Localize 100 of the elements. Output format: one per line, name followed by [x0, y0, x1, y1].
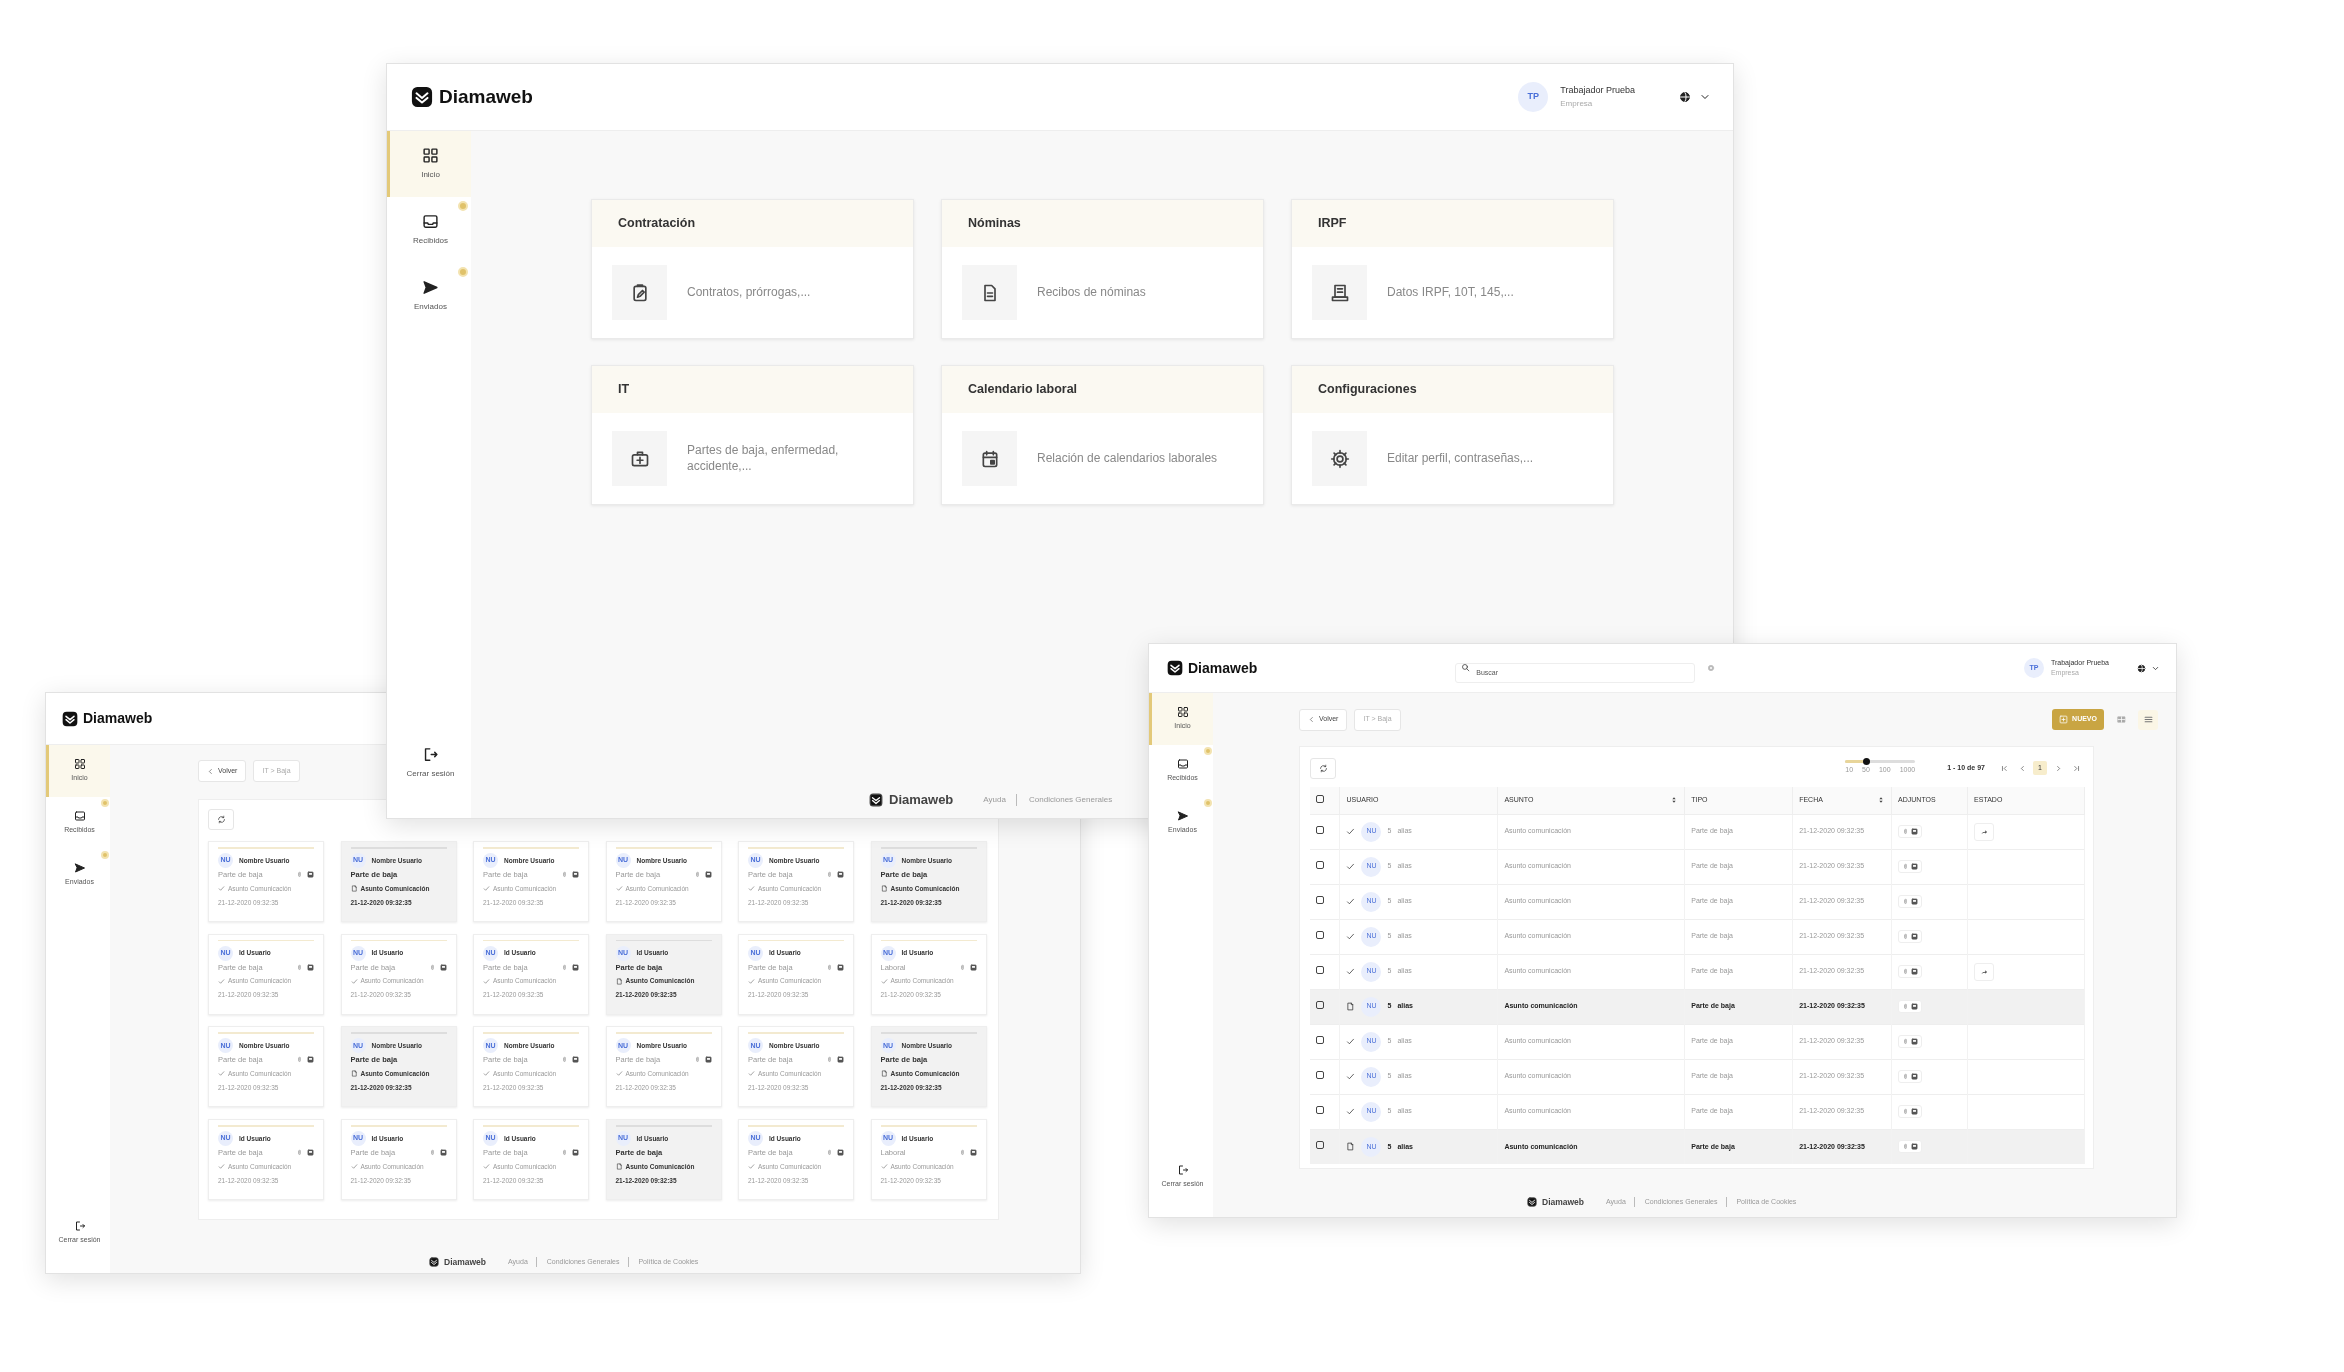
inbox-icon [422, 213, 439, 230]
user-company: Empresa [1560, 97, 1594, 110]
paperclip-icon [296, 963, 303, 971]
paperclip-icon [1902, 932, 1910, 940]
slider-thumb[interactable] [1862, 758, 1870, 766]
logo-icon [869, 793, 883, 807]
paperclip-icon [561, 1149, 568, 1157]
logout-icon [73, 1220, 86, 1233]
chevron-left-icon [207, 767, 214, 775]
checkbox[interactable] [1316, 1000, 1324, 1009]
card-description: Contratos, prórrogas,... [687, 284, 811, 301]
send-icon [73, 862, 86, 875]
refresh-button[interactable] [1310, 757, 1336, 779]
search-icon [1461, 663, 1471, 672]
check-icon [350, 977, 358, 985]
section-card[interactable]: Contratación Contratos, prórrogas,... [591, 199, 914, 339]
checkbox[interactable] [1316, 895, 1324, 904]
checkbox[interactable] [1316, 930, 1324, 939]
checkbox[interactable] [1316, 1070, 1324, 1079]
user-name: Trabajador Prueba [1560, 84, 1635, 98]
brand-name: Diamaweb [1188, 658, 1258, 678]
section-card[interactable]: Nóminas Recibos de nóminas [941, 199, 1264, 339]
sidebar-item[interactable]: Enviados [387, 263, 471, 329]
paperclip-icon [1902, 1037, 1910, 1045]
paperclip-icon [428, 963, 436, 971]
card-description: Recibos de nóminas [1037, 284, 1146, 301]
card-description: Partes de baja, enfermedad, accidente,... [687, 442, 840, 475]
settings-icon [1329, 448, 1350, 469]
check-icon [350, 1163, 358, 1171]
chevron-left-icon [2018, 764, 2026, 772]
paperclip-icon [561, 963, 568, 971]
card-title: Calendario laboral [942, 366, 1263, 413]
grid-icon [422, 147, 439, 164]
check-icon [483, 1070, 490, 1078]
grid-icon [73, 758, 86, 771]
sidebar-item[interactable]: Inicio [387, 131, 471, 197]
brand-name: Diamaweb [889, 791, 954, 810]
check-icon [880, 977, 888, 985]
paperclip-icon [1902, 967, 1910, 975]
paperclip-icon [1902, 827, 1910, 835]
section-card[interactable]: Configuraciones Editar perfil, contraseñas,... [1291, 365, 1614, 505]
page-size-slider[interactable] [1845, 760, 1916, 764]
brand-name: Diamaweb [83, 709, 153, 728]
card-description: Relación de calendarios laborales [1037, 450, 1218, 467]
refresh-icon [1318, 763, 1328, 773]
section-card[interactable]: IT Partes de baja, enfermedad, accidente,... [591, 365, 914, 505]
refresh-button[interactable] [208, 809, 234, 830]
checkbox[interactable] [1316, 860, 1324, 869]
logo-icon [1527, 1197, 1537, 1207]
paperclip-icon [1902, 897, 1910, 905]
check-icon [483, 1163, 490, 1171]
receipt-icon [1329, 282, 1350, 303]
paperclip-icon [1902, 1143, 1910, 1150]
send-icon [422, 279, 439, 296]
arrow-icon [1980, 827, 1989, 836]
globe-icon [1679, 91, 1691, 103]
chevron-right-icon [2054, 764, 2062, 772]
checkbox[interactable] [1316, 1035, 1324, 1044]
brand-name: Diamaweb [1542, 1195, 1585, 1209]
check-icon [880, 1163, 888, 1171]
paperclip-icon [296, 1149, 303, 1157]
paperclip-icon [1902, 1107, 1910, 1115]
check-icon [483, 885, 490, 892]
card-description: Editar perfil, contraseñas,... [1387, 450, 1534, 467]
card-description: Datos IRPF, 10T, 145,... [1387, 284, 1514, 301]
card-title: Configuraciones [1292, 366, 1613, 413]
first-page-icon [2000, 764, 2008, 772]
paperclip-icon [561, 871, 568, 878]
list-view-icon [2143, 715, 2153, 724]
brand-name: Diamaweb [444, 1255, 487, 1269]
check-icon [218, 1070, 225, 1078]
settings-icon [1707, 664, 1716, 672]
logout-icon [422, 746, 439, 763]
chevron-left-icon [1308, 716, 1315, 723]
checkbox[interactable] [1316, 794, 1324, 803]
paperclip-icon [1902, 1002, 1910, 1010]
section-card[interactable]: Calendario laboral Relación de calendarios laborales [941, 365, 1264, 505]
paperclip-icon [428, 1149, 436, 1157]
inbox-icon [73, 810, 86, 823]
check-icon [218, 1163, 225, 1171]
paperclip-icon [826, 1056, 833, 1064]
check-icon [748, 1163, 755, 1171]
checkbox[interactable] [1316, 1105, 1324, 1114]
checkbox[interactable] [1316, 1141, 1324, 1149]
logo-icon [1167, 660, 1183, 676]
logo-icon [62, 710, 78, 727]
paperclip-icon [958, 1149, 966, 1157]
logout-icon [1176, 1164, 1189, 1177]
section-card[interactable]: IRPF Datos IRPF, 10T, 145,... [1291, 199, 1614, 339]
logout-button[interactable]: Cerrar sesión [387, 730, 471, 796]
view-toggle[interactable] [2138, 709, 2158, 730]
checkbox[interactable] [1316, 825, 1324, 834]
check-icon [748, 1070, 755, 1078]
checkbox[interactable] [1316, 965, 1324, 974]
paperclip-icon [561, 1056, 568, 1064]
sidebar-item[interactable]: Recibidos [387, 197, 471, 263]
check-icon [748, 885, 755, 892]
grid-view-icon [2116, 715, 2126, 724]
check-icon [483, 977, 490, 985]
logo-icon [411, 86, 433, 108]
